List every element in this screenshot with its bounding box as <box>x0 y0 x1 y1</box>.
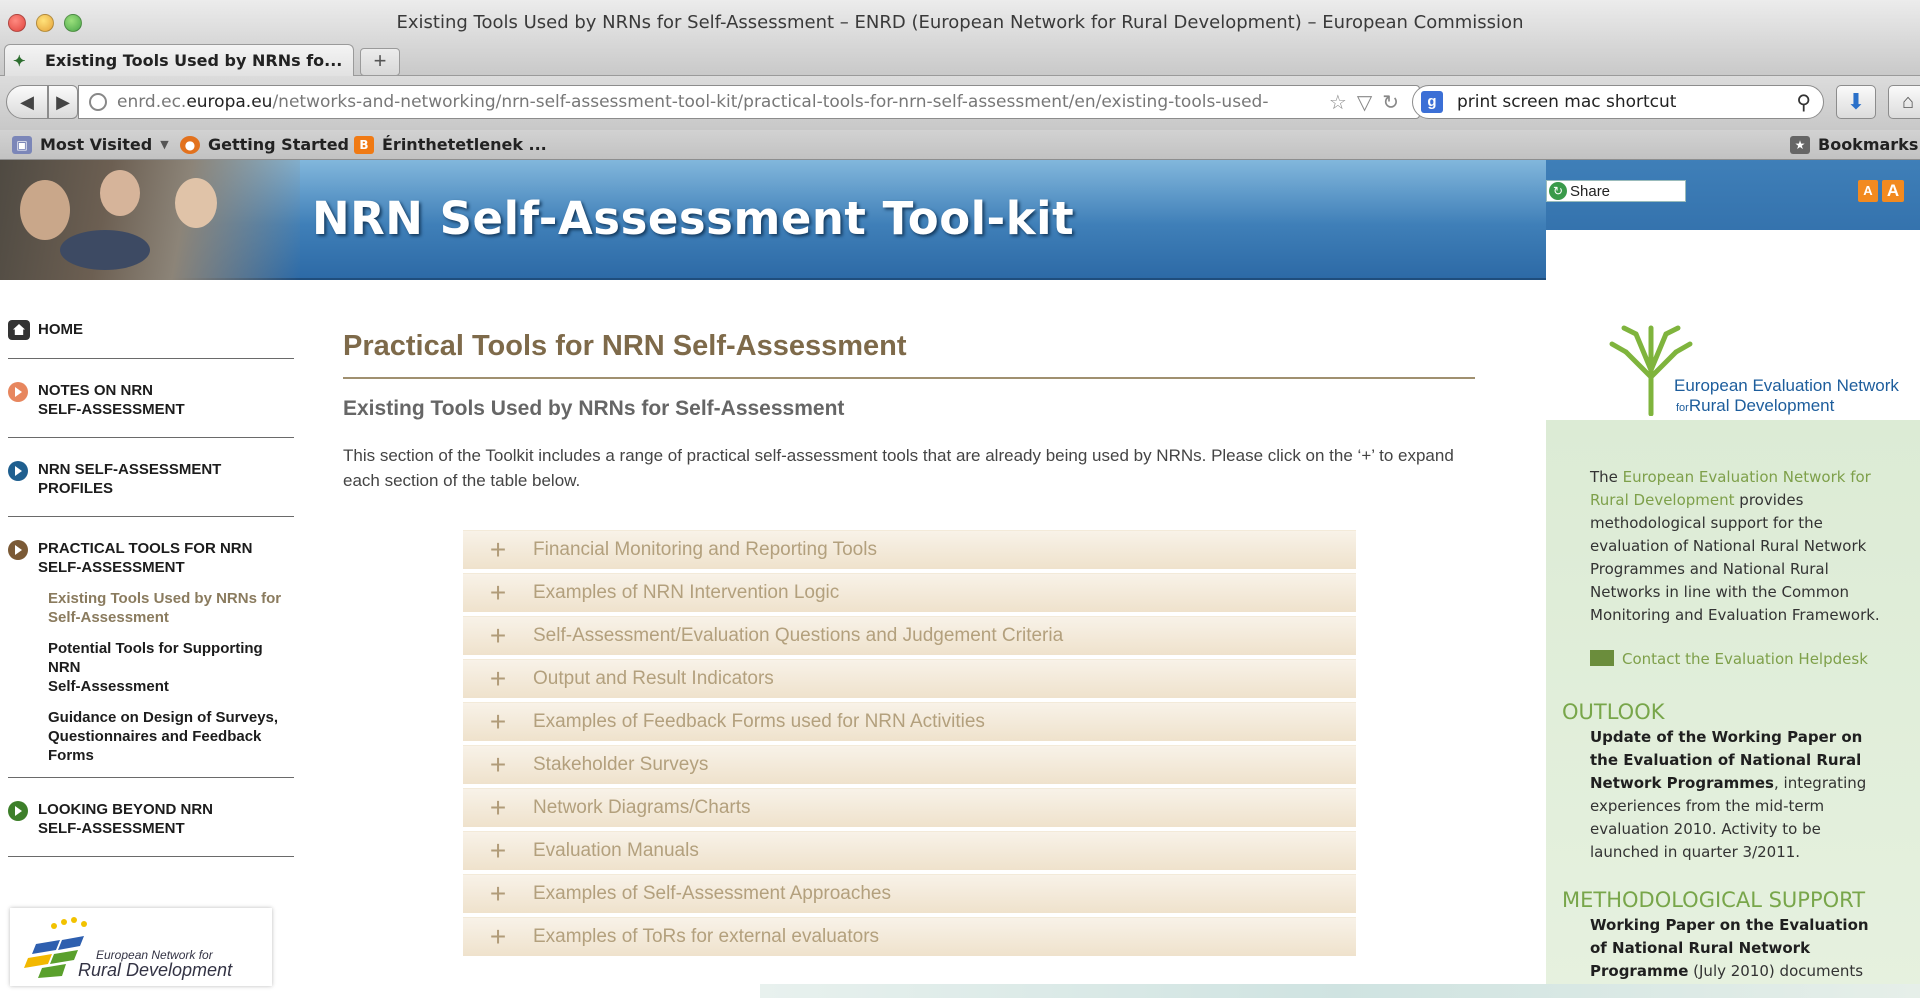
font-increase-button[interactable]: A <box>1882 180 1904 202</box>
home-icon <box>8 320 30 340</box>
accordion-row[interactable]: + Output and Result Indicators <box>463 659 1356 698</box>
download-arrow-icon: ⬇ <box>1846 89 1866 114</box>
url-text: enrd.ec.europa.eu/networks-and-networkin… <box>117 92 1269 112</box>
accordion-row[interactable]: + Self-Assessment/Evaluation Questions an… <box>463 616 1356 655</box>
nav-divider <box>8 856 294 857</box>
methodological-support-heading: METHODOLOGICAL SUPPORT <box>1562 888 1866 912</box>
nav-divider <box>8 358 294 359</box>
bookmarks-toolbar: ▣ Most Visited ▼ ● Getting Started B Éri… <box>0 130 1920 160</box>
page-subtitle: Existing Tools Used by NRNs for Self-Ass… <box>343 397 845 420</box>
navigation-toolbar: ◀ ▶ enrd.ec.europa.eu/networks-and-netwo… <box>0 76 1920 130</box>
subnav-existing-tools[interactable]: Existing Tools Used by NRNs for Self-Asse… <box>48 589 294 627</box>
tab-existing-tools[interactable]: ✦ Existing Tools Used by NRNs fo... <box>4 44 354 76</box>
arrow-bullet-icon <box>8 540 28 560</box>
share-icon: ↻ <box>1549 182 1567 200</box>
forward-arrow-icon: ▶ <box>56 91 70 112</box>
expand-plus-icon[interactable]: + <box>463 922 533 952</box>
bookmarks-menu[interactable]: ★ Bookmarks <box>1790 135 1918 154</box>
nav-divider <box>8 516 294 517</box>
forward-button[interactable]: ▶ <box>48 85 78 119</box>
expand-plus-icon[interactable]: + <box>463 836 533 866</box>
evaluation-network-link[interactable]: European Evaluation Network for Rural De… <box>1590 468 1871 509</box>
accordion-row[interactable]: + Financial Monitoring and Reporting Tool… <box>463 530 1356 569</box>
enrd-logo-line2: Rural Development <box>78 960 233 980</box>
expand-plus-icon[interactable]: + <box>463 535 533 565</box>
expand-plus-icon[interactable]: + <box>463 621 533 651</box>
left-navigation: HOME NOTES ON NRN SELF-ASSESSMENT NRN SEL… <box>8 320 294 879</box>
google-icon: g <box>1421 91 1443 113</box>
envelope-icon <box>1590 650 1614 666</box>
bookmark-star-icon[interactable]: ☆▽↻ <box>1329 90 1409 115</box>
enrd-logo[interactable]: European Network for Rural Development <box>10 908 272 986</box>
chevron-down-icon: ▼ <box>160 138 169 151</box>
back-arrow-icon: ◀ <box>20 91 34 112</box>
accordion-row[interactable]: + Examples of ToRs for external evaluator… <box>463 917 1356 956</box>
search-query: print screen mac shortcut <box>1457 92 1677 112</box>
arrow-bullet-icon <box>8 382 28 402</box>
nav-home[interactable]: HOME <box>8 320 294 340</box>
home-icon: ⌂ <box>1901 91 1915 113</box>
bookmark-blog[interactable]: B Érinthetetlenek ... <box>354 135 547 154</box>
sidebar-logo-line2: forRural Development <box>1676 396 1835 415</box>
nav-divider <box>8 777 294 778</box>
accordion-row[interactable]: + Examples of Self-Assessment Approaches <box>463 874 1356 913</box>
favicon-icon: ✦ <box>13 52 26 70</box>
accordion-row[interactable]: + Examples of Feedback Forms used for NRN… <box>463 702 1356 741</box>
footer-decoration <box>760 984 1920 998</box>
nav-looking-beyond[interactable]: LOOKING BEYOND NRN SELF-ASSESSMENT <box>8 800 294 838</box>
nav-divider <box>8 437 294 438</box>
sidebar-intro: The European Evaluation Network for Rura… <box>1590 468 1880 624</box>
nav-practical-tools[interactable]: PRACTICAL TOOLS FOR NRN SELF-ASSESSMENT <box>8 539 294 577</box>
nav-profiles[interactable]: NRN SELF-ASSESSMENT PROFILES <box>8 460 294 498</box>
share-button[interactable]: ↻ Share <box>1546 180 1686 202</box>
contact-helpdesk-link[interactable]: Contact the Evaluation Helpdesk <box>1590 650 1868 668</box>
bookmark-getting-started[interactable]: ● Getting Started <box>180 135 349 154</box>
back-button[interactable]: ◀ <box>6 85 48 119</box>
banner-photo <box>0 160 300 280</box>
arrow-bullet-icon <box>8 461 28 481</box>
accordion-row[interactable]: + Evaluation Manuals <box>463 831 1356 870</box>
font-decrease-button[interactable]: A <box>1858 180 1878 202</box>
search-icon[interactable]: ⚲ <box>1796 90 1811 115</box>
tab-strip: ✦ Existing Tools Used by NRNs fo... + <box>0 40 1920 76</box>
subnav-potential-tools[interactable]: Potential Tools for Supporting NRN Self-A… <box>48 639 294 696</box>
subnav-guidance[interactable]: Guidance on Design of Surveys, Questionna… <box>48 708 294 765</box>
window-title: Existing Tools Used by NRNs for Self-Ass… <box>396 12 1524 33</box>
banner-title: NRN Self-Assessment Tool-kit <box>312 192 1075 245</box>
home-button[interactable]: ⌂ <box>1888 85 1920 119</box>
bookmarks-icon: ★ <box>1790 135 1810 154</box>
blogger-icon: B <box>354 135 374 154</box>
accordion-row[interactable]: + Examples of NRN Intervention Logic <box>463 573 1356 612</box>
globe-icon <box>89 93 107 111</box>
outlook-heading: OUTLOOK <box>1562 700 1665 724</box>
site-banner: NRN Self-Assessment Tool-kit <box>0 160 1546 280</box>
expand-plus-icon[interactable]: + <box>463 793 533 823</box>
outlook-text: Update of the Working Paper on the Evalu… <box>1590 728 1867 861</box>
intro-text: This section of the Toolkit includes a r… <box>343 446 1454 490</box>
bookmark-most-visited[interactable]: ▣ Most Visited ▼ <box>12 135 169 154</box>
search-input[interactable]: g print screen mac shortcut ⚲ <box>1412 85 1824 119</box>
nav-notes[interactable]: NOTES ON NRN SELF-ASSESSMENT <box>8 381 294 419</box>
downloads-button[interactable]: ⬇ <box>1836 85 1876 119</box>
new-tab-button[interactable]: + <box>360 48 400 76</box>
subnav: Existing Tools Used by NRNs for Self-Asse… <box>48 589 294 765</box>
expand-plus-icon[interactable]: + <box>463 578 533 608</box>
firefox-icon: ● <box>180 135 200 154</box>
expand-plus-icon[interactable]: + <box>463 879 533 909</box>
accordion-row[interactable]: + Stakeholder Surveys <box>463 745 1356 784</box>
expand-plus-icon[interactable]: + <box>463 707 533 737</box>
folder-icon: ▣ <box>12 135 32 154</box>
expand-plus-icon[interactable]: + <box>463 664 533 694</box>
expand-plus-icon[interactable]: + <box>463 750 533 780</box>
tools-accordion: + Financial Monitoring and Reporting Tool… <box>463 530 1356 960</box>
address-bar[interactable]: enrd.ec.europa.eu/networks-and-networkin… <box>78 85 1420 119</box>
main-content: Practical Tools for NRN Self-Assessment … <box>343 330 1475 956</box>
arrow-bullet-icon <box>8 801 28 821</box>
methodological-support-text: Working Paper on the Evaluation of Natio… <box>1590 916 1869 980</box>
accordion-row[interactable]: + Network Diagrams/Charts <box>463 788 1356 827</box>
page-title: Practical Tools for NRN Self-Assessment <box>343 330 1475 379</box>
tab-label: Existing Tools Used by NRNs fo... <box>45 51 343 70</box>
sidebar-logo-line1: European Evaluation Network <box>1674 376 1899 395</box>
